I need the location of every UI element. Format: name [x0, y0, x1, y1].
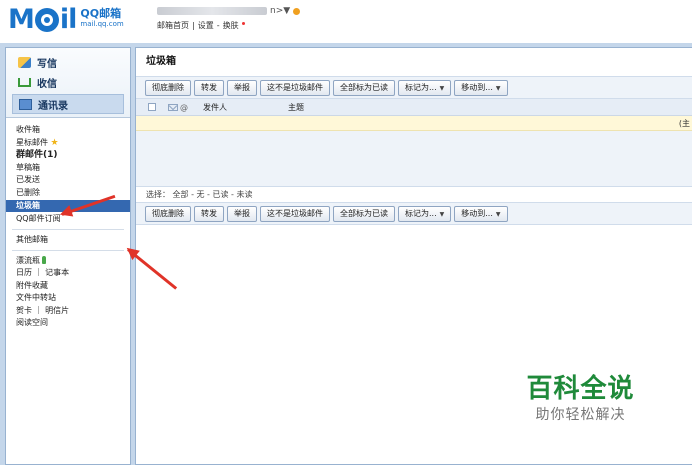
move-to-label: 移动到...	[461, 82, 493, 92]
folder-calendar-notes[interactable]: 日历 ｜ 记事本	[6, 267, 130, 279]
mark-as-dropdown[interactable]: 标记为... ▼	[398, 205, 452, 222]
watermark-title: 百科全说	[526, 374, 635, 404]
receive-label: 收信	[37, 78, 57, 90]
logo-o-icon	[34, 8, 59, 32]
not-spam-button[interactable]: 这不是垃圾邮件	[260, 79, 330, 96]
report-button[interactable]: 举报	[227, 79, 257, 96]
move-to-label: 移动到...	[461, 208, 493, 218]
forward-button[interactable]: 转发	[194, 205, 224, 222]
caret-down-icon: ▼	[439, 84, 445, 92]
folder-file-transfer[interactable]: 文件中转站	[6, 292, 130, 304]
link-skin[interactable]: 换肤	[223, 20, 239, 31]
contacts-button[interactable]: 通讯录	[12, 94, 124, 114]
forward-button[interactable]: 转发	[194, 79, 224, 96]
watermark-subtitle: 助你轻松解决	[535, 407, 626, 423]
link-separator: -	[216, 21, 220, 30]
drift-bottle-label: 漂流瓶	[16, 255, 40, 265]
select-all-checkbox[interactable]	[148, 103, 156, 111]
delete-forever-button[interactable]: 彻底删除	[145, 205, 191, 222]
move-to-dropdown[interactable]: 移动到... ▼	[454, 205, 508, 222]
logo-letter-m: M	[8, 3, 35, 35]
contacts-label: 通讯录	[38, 100, 68, 112]
contacts-icon	[19, 98, 32, 110]
move-to-dropdown[interactable]: 移动到... ▼	[454, 79, 508, 96]
folder-inbox[interactable]: 收件箱	[6, 124, 130, 136]
logo-subtitle: QQ邮箱 mail.qq.com	[80, 8, 123, 30]
mark-as-label: 标记为...	[405, 82, 437, 92]
sidebar: 写信 收信 通讯录 收件箱 星标邮件 ★ 群邮件(1) 草稿箱 已发送 已删除 …	[5, 47, 131, 465]
folder-attachments[interactable]: 附件收藏	[6, 280, 130, 292]
column-from[interactable]: 发件人	[203, 102, 288, 113]
report-button[interactable]: 举报	[227, 205, 257, 222]
qq-mail-logo[interactable]: M il QQ邮箱 mail.qq.com	[8, 3, 124, 35]
notice-row: (主	[136, 116, 692, 131]
notice-text: (主	[678, 119, 690, 128]
caret-down-icon: ▼	[495, 210, 501, 218]
status-dot-icon	[293, 7, 301, 15]
link-settings[interactable]: 设置	[198, 20, 214, 31]
envelope-icon	[168, 103, 178, 111]
caret-down-icon: ▼	[495, 84, 501, 92]
mark-as-dropdown[interactable]: 标记为... ▼	[398, 79, 452, 96]
mark-all-read-button[interactable]: 全部标为已读	[333, 79, 395, 96]
link-separator: |	[192, 21, 195, 30]
top-links: 邮箱首页 | 设置 - 换肤	[157, 20, 245, 31]
folder-cards[interactable]: 贺卡 ｜ 明信片	[6, 305, 130, 317]
folder-list: 收件箱 星标邮件 ★ 群邮件(1) 草稿箱 已发送 已删除 垃圾箱 QQ邮件订阅…	[6, 118, 130, 329]
receive-button[interactable]: 收信	[6, 72, 130, 92]
watermark: 百科全说 助你轻松解决	[513, 373, 648, 425]
toolbar-bottom: 彻底删除 转发 举报 这不是垃圾邮件 全部标为已读 标记为... ▼ 移动到...…	[136, 202, 692, 225]
mark-as-label: 标记为...	[405, 208, 437, 218]
caret-down-icon: ▼	[439, 210, 445, 218]
folder-drafts[interactable]: 草稿箱	[6, 162, 130, 174]
account-dropdown[interactable]: n>▼	[270, 6, 290, 16]
account-email-redacted	[157, 7, 267, 15]
new-badge-dot	[241, 22, 245, 25]
toolbar-top: 彻底删除 转发 举报 这不是垃圾邮件 全部标为已读 标记为... ▼ 移动到...…	[136, 76, 692, 99]
logo-en: mail.qq.com	[80, 20, 124, 28]
select-filter-row[interactable]: 选择： 全部 - 无 - 已读 - 未读	[136, 186, 692, 202]
logo-letters-il: il	[59, 3, 77, 35]
logo-zh: QQ邮箱	[80, 7, 122, 20]
delete-forever-button[interactable]: 彻底删除	[145, 79, 191, 96]
link-mail-home[interactable]: 邮箱首页	[157, 20, 189, 31]
star-icon: ★	[50, 137, 59, 148]
folder-group-mail[interactable]: 群邮件(1)	[6, 149, 130, 161]
mark-all-read-button[interactable]: 全部标为已读	[333, 205, 395, 222]
mail-list-empty	[136, 131, 692, 186]
compose-button[interactable]: 写信	[6, 52, 130, 72]
divider	[12, 249, 124, 251]
folder-reading-space[interactable]: 阅读空间	[6, 317, 130, 329]
mail-list-header: @ 发件人 主题	[136, 99, 692, 116]
inbox-icon	[18, 77, 31, 87]
divider	[12, 228, 124, 230]
folder-starred-label: 星标邮件	[16, 137, 48, 147]
folder-drift-bottle[interactable]: 漂流瓶	[6, 255, 130, 267]
column-subject[interactable]: 主题	[288, 102, 304, 113]
not-spam-button[interactable]: 这不是垃圾邮件	[260, 205, 330, 222]
pencil-icon	[18, 56, 31, 68]
attachment-icon: @	[180, 102, 188, 112]
quick-actions: 写信 收信 通讯录	[6, 48, 130, 118]
account-info[interactable]: n>▼	[157, 6, 301, 16]
folder-starred[interactable]: 星标邮件 ★	[6, 137, 130, 149]
top-bar: M il QQ邮箱 mail.qq.com n>▼ 邮箱首页 | 设置 - 换肤	[0, 0, 692, 40]
folder-sent[interactable]: 已发送	[6, 174, 130, 186]
compose-label: 写信	[37, 58, 57, 70]
folder-other-mailbox[interactable]: 其他邮箱	[6, 234, 130, 246]
page-title: 垃圾箱	[146, 56, 176, 67]
bottle-icon	[42, 255, 46, 264]
